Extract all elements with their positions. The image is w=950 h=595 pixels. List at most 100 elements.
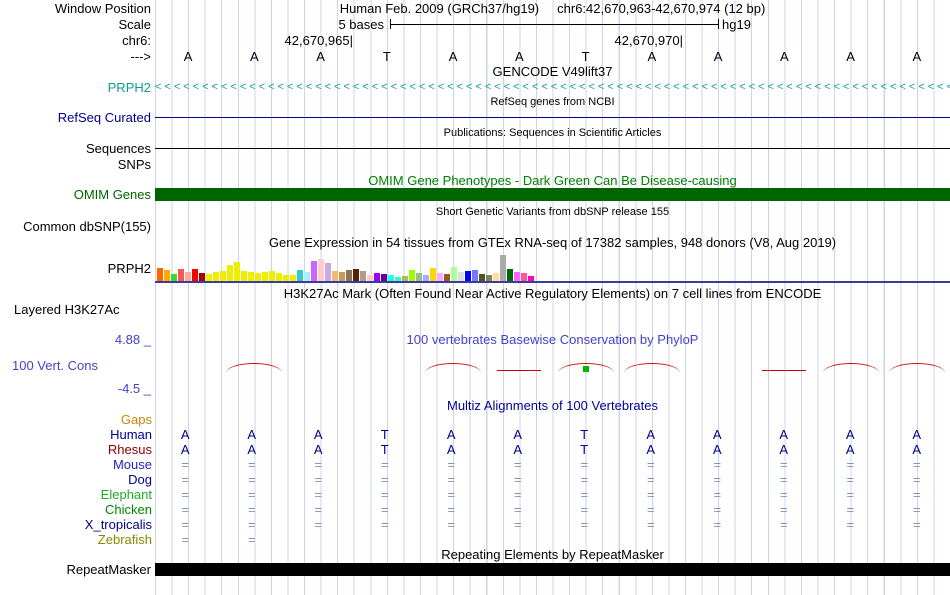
- gtex-expression-bar-chart[interactable]: [157, 251, 534, 281]
- refseq-gene-line[interactable]: [155, 117, 950, 118]
- gtex-tissue-bar: [479, 274, 485, 281]
- window-position-label: Window Position: [54, 1, 151, 16]
- species-label: Dog: [128, 472, 152, 487]
- alignment-cell: =: [513, 472, 522, 487]
- gtex-tissue-bar: [227, 265, 233, 281]
- gtex-tissue-bar: [220, 271, 226, 281]
- sequence-base: A: [448, 49, 458, 64]
- alignment-row-chicken[interactable]: Chicken = = = = = = = = = = = =: [0, 502, 950, 517]
- gtex-tissue-bar: [325, 263, 331, 281]
- gtex-tissue-bar: [206, 274, 212, 281]
- alignment-cell: [817, 532, 884, 547]
- alignment-cell: A: [912, 442, 922, 457]
- alignment-cell: [152, 412, 219, 427]
- alignment-cell: =: [779, 502, 788, 517]
- alignment-cell: =: [447, 472, 456, 487]
- alignment-row-zebrafish[interactable]: Zebrafish = =: [0, 532, 950, 547]
- alignment-cell: =: [912, 517, 921, 532]
- alignment-cells: = = = = = = = = = = = =: [152, 517, 950, 532]
- alignment-cell: =: [247, 517, 256, 532]
- alignment-cell: =: [247, 487, 256, 502]
- reference-sequence-row[interactable]: AAATAATAAAAA: [155, 49, 950, 64]
- gtex-tissue-bar: [164, 270, 170, 281]
- alignment-cell: A: [446, 427, 456, 442]
- alignment-row-rhesus[interactable]: Rhesus A A A T A A T A A A A A: [0, 442, 950, 457]
- gtex-tissue-bar: [213, 272, 219, 281]
- alignment-row-mouse[interactable]: Mouse = = = = = = = = = = = =: [0, 457, 950, 472]
- alignment-cell: =: [181, 517, 190, 532]
- species-label: Chicken: [105, 502, 152, 517]
- alignment-cell: [684, 532, 751, 547]
- gtex-tissue-bar: [521, 273, 527, 281]
- alignment-cell: [684, 412, 751, 427]
- alignment-row-elephant[interactable]: Elephant = = = = = = = = = = = =: [0, 487, 950, 502]
- alignment-cell: =: [513, 487, 522, 502]
- conservation-positive-green-mark: [582, 366, 589, 372]
- alignment-cell: T: [380, 427, 389, 442]
- alignment-cell: T: [380, 442, 389, 457]
- gtex-tissue-bar: [339, 272, 345, 281]
- sequence-base: A: [780, 49, 789, 64]
- gtex-tissue-bar: [409, 270, 415, 281]
- gtex-tissue-bar: [171, 274, 177, 281]
- alignment-cell: [352, 532, 419, 547]
- track-title-h3k27ac: H3K27Ac Mark (Often Found Near Active Re…: [283, 286, 822, 301]
- gtex-tissue-bar: [374, 273, 380, 281]
- alignment-cell: T: [580, 442, 589, 457]
- alignment-cell: =: [447, 517, 456, 532]
- alignment-cell: =: [314, 472, 323, 487]
- gtex-tissue-bar: [437, 273, 443, 281]
- alignment-row-human[interactable]: Human A A A T A A T A A A A A: [0, 427, 950, 442]
- scale-value: 5 bases: [338, 17, 384, 32]
- alignment-cell: A: [180, 442, 190, 457]
- multiz-alignment-rows[interactable]: Gaps Human A A A T A A T A A A A A Rhesus A A A T A A T A A A A A M…: [0, 412, 950, 547]
- gtex-tissue-bar: [269, 271, 275, 281]
- gene-label-prph2-gtex: PRPH2: [107, 261, 151, 276]
- alignment-cell: =: [646, 472, 655, 487]
- alignment-cell: A: [845, 427, 855, 442]
- alignment-cell: =: [646, 487, 655, 502]
- alignment-cell: =: [181, 487, 190, 502]
- repeatmasker-element-bar[interactable]: [155, 563, 950, 576]
- assembly-name: Human Feb. 2009 (GRCh37/hg19): [339, 1, 540, 16]
- alignment-cells: AAATAATAAAAA: [152, 427, 950, 442]
- gtex-tissue-bar: [332, 271, 338, 281]
- alignment-cell: =: [447, 502, 456, 517]
- gtex-tissue-bar: [514, 272, 520, 281]
- scale-bar: [390, 19, 719, 29]
- gencode-gene-minus-strand-arrows[interactable]: <<<<<<<<<<<<<<<<<<<<<<<<<<<<<<<<<<<<<<<<…: [155, 80, 950, 95]
- alignment-cell: =: [380, 457, 389, 472]
- alignment-cell: [618, 412, 685, 427]
- alignment-cell: =: [912, 487, 921, 502]
- conservation-flat-mark: [762, 370, 807, 371]
- sequence-base: A: [912, 49, 922, 64]
- track-label-repeatmasker: RepeatMasker: [66, 562, 151, 577]
- gtex-tissue-bar: [311, 261, 317, 281]
- alignment-cell: A: [313, 427, 323, 442]
- gtex-tissue-bar: [255, 273, 261, 281]
- alignment-cell: =: [447, 487, 456, 502]
- alignment-cell: [285, 412, 352, 427]
- omim-gene-bar[interactable]: [155, 188, 950, 201]
- alignment-cell: [618, 532, 685, 547]
- alignment-cell: =: [713, 487, 722, 502]
- alignment-row-dog[interactable]: Dog = = = = = = = = = = = =: [0, 472, 950, 487]
- alignment-cell: =: [513, 517, 522, 532]
- alignment-cells: = = = = = = = = = = = =: [152, 472, 950, 487]
- alignment-cell: [884, 532, 950, 547]
- alignment-cell: A: [779, 442, 789, 457]
- position-range: chr6:42,670,963-42,670,974 (12 bp): [557, 1, 766, 16]
- alignment-cell: =: [247, 457, 256, 472]
- alignment-cells: = = = = = = = = = = = =: [152, 502, 950, 517]
- coordinate-tick-1: 42,670,965|: [284, 33, 353, 48]
- gtex-tissue-bar: [465, 271, 471, 281]
- publications-sequence-line[interactable]: [155, 148, 950, 149]
- alignment-cell: =: [447, 457, 456, 472]
- gtex-tissue-bar: [276, 273, 282, 281]
- track-label-common-dbsnp: Common dbSNP(155): [23, 219, 151, 234]
- sequence-base: T: [382, 49, 391, 64]
- alignment-row-x_tropicalis[interactable]: X_tropicalis = = = = = = = = = = = =: [0, 517, 950, 532]
- alignment-cells: = =: [152, 532, 950, 547]
- alignment-row-gaps[interactable]: Gaps: [0, 412, 950, 427]
- gene-label-prph2-gencode: PRPH2: [107, 80, 151, 95]
